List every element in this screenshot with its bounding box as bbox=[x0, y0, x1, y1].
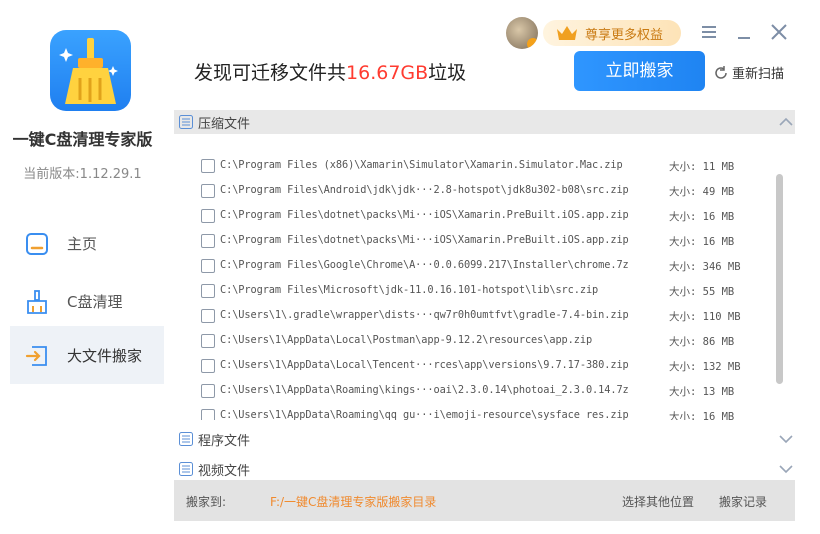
app-title: 一键C盘清理专家版 bbox=[12, 130, 153, 149]
move-target-path[interactable]: F:/一键C盘清理专家版搬家目录 bbox=[270, 493, 436, 510]
file-size: 大小: 16 MB bbox=[669, 411, 735, 420]
file-path: C:\Program Files\dotnet\packs\Mi···iOS\X… bbox=[220, 209, 629, 221]
file-size: 大小: 110 MB bbox=[669, 311, 741, 323]
chevron-down-icon[interactable] bbox=[779, 433, 793, 445]
move-target-label: 搬家到: bbox=[186, 495, 227, 509]
list-scrollbar[interactable] bbox=[776, 174, 783, 384]
file-path: C:\Users\1\.gradle\wrapper\dists···qw7r0… bbox=[220, 309, 629, 321]
scan-summary: 发现可迁移文件共16.67GB垃圾 bbox=[194, 58, 466, 85]
nav-label-c-clean: C盘清理 bbox=[67, 292, 123, 311]
minimize-icon[interactable] bbox=[734, 22, 754, 42]
choose-other-location-link[interactable]: 选择其他位置 bbox=[622, 493, 694, 510]
file-size: 大小: 13 MB bbox=[669, 386, 735, 398]
sidebar: 一键C盘清理专家版 当前版本:1.12.29.1 主页 C盘清理 大文件搬家 bbox=[0, 0, 165, 534]
file-row: C:\Users\1\AppData\Roaming\qq_gu···i\emo… bbox=[174, 404, 774, 420]
list-icon bbox=[179, 432, 193, 446]
summary-amount: 16.67GB bbox=[346, 62, 429, 84]
file-size: 大小: 11 MB bbox=[669, 161, 735, 173]
move-target-bar: 搬家到: F:/一键C盘清理专家版搬家目录 选择其他位置 搬家记录 bbox=[174, 480, 795, 521]
version-label: 当前版本:1.12.29.1 bbox=[23, 167, 142, 182]
file-path: C:\Users\1\AppData\Local\Tencent···rces\… bbox=[220, 359, 629, 371]
nav-item-home[interactable]: 主页 bbox=[10, 214, 164, 272]
file-checkbox[interactable] bbox=[201, 259, 215, 273]
section-header-programs[interactable]: 程序文件 bbox=[174, 427, 795, 451]
rescan-label: 重新扫描 bbox=[732, 67, 785, 82]
file-path: C:\Program Files\dotnet\packs\Mi···iOS\X… bbox=[220, 234, 629, 246]
section-header-archives[interactable]: 压缩文件 bbox=[174, 110, 795, 134]
file-checkbox[interactable] bbox=[201, 309, 215, 323]
file-checkbox[interactable] bbox=[201, 334, 215, 348]
rescan-button[interactable]: 重新扫描 bbox=[713, 63, 784, 82]
file-row: C:\Users\1\AppData\Roaming\kings···oai\2… bbox=[174, 379, 774, 404]
vip-badge-icon bbox=[527, 38, 538, 49]
file-size: 大小: 49 MB bbox=[669, 186, 735, 198]
close-icon[interactable] bbox=[769, 22, 789, 42]
move-icon bbox=[25, 346, 47, 366]
file-row: C:\Program Files\dotnet\packs\Mi···iOS\X… bbox=[174, 229, 774, 254]
app-logo-icon bbox=[50, 30, 131, 111]
file-panel: 压缩文件 C:\Program Files (x86)\Xamarin\Simu… bbox=[174, 110, 795, 521]
avatar[interactable] bbox=[506, 17, 538, 49]
file-checkbox[interactable] bbox=[201, 159, 215, 173]
list-icon bbox=[179, 115, 193, 129]
nav-label-big-file-move: 大文件搬家 bbox=[67, 346, 143, 365]
file-checkbox[interactable] bbox=[201, 234, 215, 248]
menu-icon[interactable] bbox=[699, 22, 719, 42]
file-size: 大小: 346 MB bbox=[669, 261, 741, 273]
file-list: C:\Program Files (x86)\Xamarin\Simulator… bbox=[174, 144, 795, 420]
move-now-button[interactable]: 立即搬家 bbox=[574, 51, 705, 91]
file-row: C:\Program Files\dotnet\packs\Mi···iOS\X… bbox=[174, 204, 774, 229]
file-row: C:\Program Files (x86)\Xamarin\Simulator… bbox=[174, 154, 774, 179]
file-row: C:\Users\1\AppData\Local\Postman\app-9.1… bbox=[174, 329, 774, 354]
file-path: C:\Program Files (x86)\Xamarin\Simulator… bbox=[220, 159, 623, 171]
summary-suffix: 垃圾 bbox=[428, 62, 467, 84]
file-size: 大小: 16 MB bbox=[669, 211, 735, 223]
nav-item-c-clean[interactable]: C盘清理 bbox=[10, 272, 164, 330]
file-path: C:\Users\1\AppData\Roaming\qq_gu···i\emo… bbox=[220, 409, 629, 420]
chevron-down-icon[interactable] bbox=[779, 463, 793, 475]
file-path: C:\Users\1\AppData\Local\Postman\app-9.1… bbox=[220, 334, 593, 346]
nav-label-home: 主页 bbox=[67, 234, 98, 253]
file-size: 大小: 86 MB bbox=[669, 336, 735, 348]
file-checkbox[interactable] bbox=[201, 284, 215, 298]
file-checkbox[interactable] bbox=[201, 209, 215, 223]
file-row: C:\Users\1\AppData\Local\Tencent···rces\… bbox=[174, 354, 774, 379]
file-checkbox[interactable] bbox=[201, 409, 215, 420]
file-path: C:\Program Files\Android\jdk\jdk···2.8-h… bbox=[220, 184, 629, 196]
file-checkbox[interactable] bbox=[201, 184, 215, 198]
file-checkbox[interactable] bbox=[201, 359, 215, 373]
section-title-videos: 视频文件 bbox=[198, 463, 251, 479]
file-size: 大小: 55 MB bbox=[669, 286, 735, 298]
file-checkbox[interactable] bbox=[201, 384, 215, 398]
vip-benefits-label: 尊享更多权益 bbox=[585, 27, 664, 43]
section-header-videos[interactable]: 视频文件 bbox=[174, 457, 795, 481]
file-row: C:\Program Files\Microsoft\jdk-11.0.16.1… bbox=[174, 279, 774, 304]
file-size: 大小: 132 MB bbox=[669, 361, 741, 373]
vip-benefits-button[interactable]: 尊享更多权益 bbox=[543, 20, 681, 46]
chevron-up-icon[interactable] bbox=[779, 116, 793, 128]
move-history-link[interactable]: 搬家记录 bbox=[719, 493, 767, 510]
file-row: C:\Program Files\Google\Chrome\A···0.0.6… bbox=[174, 254, 774, 279]
section-title-programs: 程序文件 bbox=[198, 433, 251, 449]
file-path: C:\Program Files\Microsoft\jdk-11.0.16.1… bbox=[220, 284, 599, 296]
file-row: C:\Users\1\.gradle\wrapper\dists···qw7r0… bbox=[174, 304, 774, 329]
crown-icon bbox=[557, 26, 577, 40]
file-path: C:\Program Files\Google\Chrome\A···0.0.6… bbox=[220, 259, 629, 271]
file-path: C:\Users\1\AppData\Roaming\kings···oai\2… bbox=[220, 384, 629, 396]
summary-prefix: 发现可迁移文件共 bbox=[194, 62, 347, 84]
nav-item-big-file-move[interactable]: 大文件搬家 bbox=[10, 326, 164, 384]
file-size: 大小: 16 MB bbox=[669, 236, 735, 248]
list-icon bbox=[179, 462, 193, 476]
file-row: C:\Program Files\Android\jdk\jdk···2.8-h… bbox=[174, 179, 774, 204]
refresh-icon bbox=[715, 65, 727, 79]
section-title-archives: 压缩文件 bbox=[198, 116, 251, 132]
home-icon bbox=[26, 233, 48, 255]
broom-icon bbox=[27, 290, 47, 314]
